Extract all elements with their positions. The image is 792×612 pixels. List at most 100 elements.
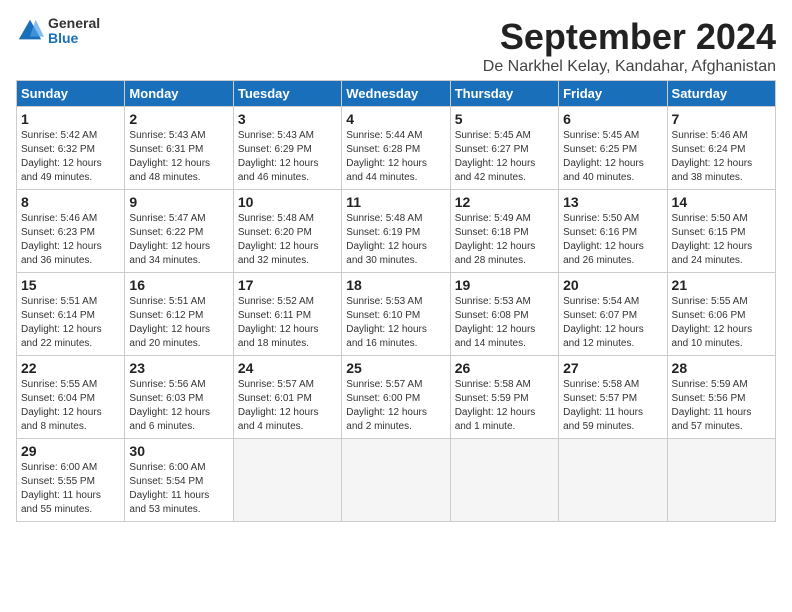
calendar-cell: 10 Sunrise: 5:48 AM Sunset: 6:20 PM Dayli… <box>233 190 341 273</box>
calendar-cell: 3Sunrise: 5:43 AM Sunset: 6:29 PM Daylig… <box>233 107 341 190</box>
cell-sun-info: Sunrise: 5:46 AM Sunset: 6:24 PM Dayligh… <box>672 129 771 185</box>
calendar-cell: 14Sunrise: 5:50 AM Sunset: 6:15 PM Dayli… <box>667 190 775 273</box>
cell-sun-info: Sunrise: 5:43 AM Sunset: 6:31 PM Dayligh… <box>129 129 228 185</box>
day-number: 11 <box>346 194 445 210</box>
day-number: 4 <box>346 111 445 127</box>
day-number: 13 <box>563 194 662 210</box>
calendar-cell: 30Sunrise: 6:00 AM Sunset: 5:54 PM Dayli… <box>125 439 233 522</box>
day-number: 15 <box>21 277 120 293</box>
calendar-cell: 2Sunrise: 5:43 AM Sunset: 6:31 PM Daylig… <box>125 107 233 190</box>
calendar-cell: 17 Sunrise: 5:52 AM Sunset: 6:11 PM Dayli… <box>233 273 341 356</box>
cell-sun-info: Sunrise: 5:47 AM Sunset: 6:22 PM Dayligh… <box>129 212 228 268</box>
calendar-body: 1 Sunrise: 5:42 AM Sunset: 6:32 PM Daylig… <box>17 107 776 522</box>
calendar-cell <box>667 439 775 522</box>
calendar-cell <box>450 439 558 522</box>
calendar-week-row: 15 Sunrise: 5:51 AM Sunset: 6:14 PM Dayli… <box>17 273 776 356</box>
location-title: De Narkhel Kelay, Kandahar, Afghanistan <box>483 58 776 76</box>
calendar-week-row: 22 Sunrise: 5:55 AM Sunset: 6:04 PM Dayli… <box>17 356 776 439</box>
calendar: SundayMondayTuesdayWednesdayThursdayFrid… <box>16 80 776 522</box>
cell-sun-info: Sunrise: 5:58 AM Sunset: 5:57 PM Dayligh… <box>563 378 662 434</box>
cell-sun-info: Sunrise: 5:58 AM Sunset: 5:59 PM Dayligh… <box>455 378 554 434</box>
calendar-cell: 21 Sunrise: 5:55 AM Sunset: 6:06 PM Dayli… <box>667 273 775 356</box>
calendar-cell: 12 Sunrise: 5:49 AM Sunset: 6:18 PM Dayli… <box>450 190 558 273</box>
cell-sun-info: Sunrise: 5:52 AM Sunset: 6:11 PM Dayligh… <box>238 295 337 351</box>
day-number: 9 <box>129 194 228 210</box>
day-number: 29 <box>21 443 120 459</box>
day-header: Thursday <box>450 81 558 107</box>
day-number: 25 <box>346 360 445 376</box>
calendar-cell: 16Sunrise: 5:51 AM Sunset: 6:12 PM Dayli… <box>125 273 233 356</box>
cell-sun-info: Sunrise: 5:55 AM Sunset: 6:06 PM Dayligh… <box>672 295 771 351</box>
cell-sun-info: Sunrise: 5:48 AM Sunset: 6:19 PM Dayligh… <box>346 212 445 268</box>
day-number: 17 <box>238 277 337 293</box>
day-number: 18 <box>346 277 445 293</box>
day-header: Saturday <box>667 81 775 107</box>
calendar-cell: 9 Sunrise: 5:47 AM Sunset: 6:22 PM Daylig… <box>125 190 233 273</box>
calendar-cell: 4 Sunrise: 5:44 AM Sunset: 6:28 PM Daylig… <box>342 107 450 190</box>
logo: General Blue <box>16 16 100 47</box>
day-number: 12 <box>455 194 554 210</box>
cell-sun-info: Sunrise: 5:50 AM Sunset: 6:15 PM Dayligh… <box>672 212 771 268</box>
cell-sun-info: Sunrise: 5:45 AM Sunset: 6:27 PM Dayligh… <box>455 129 554 185</box>
day-number: 20 <box>563 277 662 293</box>
logo-blue-text: Blue <box>48 31 100 46</box>
calendar-week-row: 8Sunrise: 5:46 AM Sunset: 6:23 PM Daylig… <box>17 190 776 273</box>
day-number: 23 <box>129 360 228 376</box>
cell-sun-info: Sunrise: 5:48 AM Sunset: 6:20 PM Dayligh… <box>238 212 337 268</box>
day-number: 30 <box>129 443 228 459</box>
day-number: 24 <box>238 360 337 376</box>
day-number: 19 <box>455 277 554 293</box>
month-title: September 2024 <box>483 16 776 58</box>
day-header: Tuesday <box>233 81 341 107</box>
cell-sun-info: Sunrise: 5:51 AM Sunset: 6:14 PM Dayligh… <box>21 295 120 351</box>
calendar-cell: 5 Sunrise: 5:45 AM Sunset: 6:27 PM Daylig… <box>450 107 558 190</box>
day-number: 27 <box>563 360 662 376</box>
calendar-cell: 1 Sunrise: 5:42 AM Sunset: 6:32 PM Daylig… <box>17 107 125 190</box>
day-number: 26 <box>455 360 554 376</box>
calendar-cell: 7 Sunrise: 5:46 AM Sunset: 6:24 PM Daylig… <box>667 107 775 190</box>
cell-sun-info: Sunrise: 5:45 AM Sunset: 6:25 PM Dayligh… <box>563 129 662 185</box>
day-number: 10 <box>238 194 337 210</box>
day-header: Friday <box>559 81 667 107</box>
cell-sun-info: Sunrise: 5:59 AM Sunset: 5:56 PM Dayligh… <box>672 378 771 434</box>
calendar-cell <box>233 439 341 522</box>
calendar-cell: 23 Sunrise: 5:56 AM Sunset: 6:03 PM Dayli… <box>125 356 233 439</box>
calendar-cell: 20 Sunrise: 5:54 AM Sunset: 6:07 PM Dayli… <box>559 273 667 356</box>
logo-general-text: General <box>48 16 100 31</box>
calendar-cell: 24 Sunrise: 5:57 AM Sunset: 6:01 PM Dayli… <box>233 356 341 439</box>
cell-sun-info: Sunrise: 5:54 AM Sunset: 6:07 PM Dayligh… <box>563 295 662 351</box>
cell-sun-info: Sunrise: 5:53 AM Sunset: 6:08 PM Dayligh… <box>455 295 554 351</box>
calendar-cell: 27 Sunrise: 5:58 AM Sunset: 5:57 PM Dayli… <box>559 356 667 439</box>
day-number: 21 <box>672 277 771 293</box>
calendar-header-row: SundayMondayTuesdayWednesdayThursdayFrid… <box>17 81 776 107</box>
day-header: Sunday <box>17 81 125 107</box>
cell-sun-info: Sunrise: 5:49 AM Sunset: 6:18 PM Dayligh… <box>455 212 554 268</box>
cell-sun-info: Sunrise: 5:50 AM Sunset: 6:16 PM Dayligh… <box>563 212 662 268</box>
day-number: 7 <box>672 111 771 127</box>
calendar-cell: 28 Sunrise: 5:59 AM Sunset: 5:56 PM Dayli… <box>667 356 775 439</box>
cell-sun-info: Sunrise: 5:57 AM Sunset: 6:00 PM Dayligh… <box>346 378 445 434</box>
day-number: 22 <box>21 360 120 376</box>
cell-sun-info: Sunrise: 5:42 AM Sunset: 6:32 PM Dayligh… <box>21 129 120 185</box>
calendar-cell: 8Sunrise: 5:46 AM Sunset: 6:23 PM Daylig… <box>17 190 125 273</box>
calendar-week-row: 1 Sunrise: 5:42 AM Sunset: 6:32 PM Daylig… <box>17 107 776 190</box>
calendar-cell: 29 Sunrise: 6:00 AM Sunset: 5:55 PM Dayli… <box>17 439 125 522</box>
day-number: 28 <box>672 360 771 376</box>
cell-sun-info: Sunrise: 6:00 AM Sunset: 5:55 PM Dayligh… <box>21 461 120 517</box>
cell-sun-info: Sunrise: 5:55 AM Sunset: 6:04 PM Dayligh… <box>21 378 120 434</box>
day-header: Monday <box>125 81 233 107</box>
logo-icon <box>16 17 44 45</box>
day-number: 6 <box>563 111 662 127</box>
cell-sun-info: Sunrise: 5:57 AM Sunset: 6:01 PM Dayligh… <box>238 378 337 434</box>
calendar-cell <box>342 439 450 522</box>
calendar-cell: 13 Sunrise: 5:50 AM Sunset: 6:16 PM Dayli… <box>559 190 667 273</box>
cell-sun-info: Sunrise: 5:53 AM Sunset: 6:10 PM Dayligh… <box>346 295 445 351</box>
cell-sun-info: Sunrise: 5:46 AM Sunset: 6:23 PM Dayligh… <box>21 212 120 268</box>
cell-sun-info: Sunrise: 5:56 AM Sunset: 6:03 PM Dayligh… <box>129 378 228 434</box>
day-number: 5 <box>455 111 554 127</box>
cell-sun-info: Sunrise: 5:44 AM Sunset: 6:28 PM Dayligh… <box>346 129 445 185</box>
day-number: 1 <box>21 111 120 127</box>
calendar-cell <box>559 439 667 522</box>
calendar-cell: 11 Sunrise: 5:48 AM Sunset: 6:19 PM Dayli… <box>342 190 450 273</box>
calendar-cell: 6 Sunrise: 5:45 AM Sunset: 6:25 PM Daylig… <box>559 107 667 190</box>
